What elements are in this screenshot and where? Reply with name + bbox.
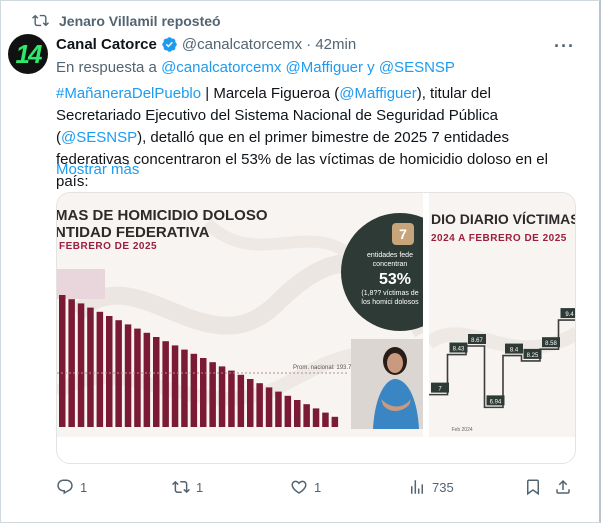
card2-title: DIO DIARIO VÍCTIMAS I	[431, 211, 576, 227]
tweet-timestamp[interactable]: · 42min	[306, 36, 356, 53]
bar	[59, 295, 66, 427]
views-chart-icon	[411, 480, 423, 494]
more-options-icon[interactable]: ···	[554, 36, 575, 57]
show-more-link[interactable]: Mostrar más	[56, 161, 139, 178]
bar	[106, 316, 113, 427]
heart-icon	[291, 480, 307, 494]
bar	[265, 387, 273, 427]
avatar-logo: 14	[15, 38, 43, 69]
card1-footer	[57, 437, 423, 463]
action-bar: 1 1 1 735	[56, 478, 576, 502]
repost-label[interactable]: Jenaro Villamil reposteó	[59, 13, 221, 29]
bar	[181, 349, 188, 427]
bar	[322, 412, 329, 427]
speaker-figure	[351, 339, 423, 429]
like-count: 1	[314, 479, 322, 495]
repost-icon	[32, 14, 49, 27]
bar	[115, 320, 122, 427]
bar	[228, 370, 235, 427]
bar	[124, 324, 132, 427]
card2-footer	[429, 437, 575, 463]
national-average-label: Prom. nacional: 193.7	[293, 365, 352, 371]
bar	[218, 366, 226, 427]
bookmark-button[interactable]	[524, 478, 542, 496]
hashtag-link[interactable]: #MañaneraDelPueblo	[56, 85, 201, 102]
views-button[interactable]: 735	[408, 478, 454, 496]
tweet-header: Canal Catorce @canalcatorcemx · 42min	[56, 36, 356, 53]
bar	[68, 299, 75, 427]
bar	[237, 374, 245, 427]
mention-link-maffiguer[interactable]: @Maffiguer	[339, 85, 416, 102]
like-button[interactable]: 1	[290, 478, 321, 496]
bar	[153, 337, 160, 427]
bar	[247, 379, 254, 427]
share-icon	[556, 479, 570, 494]
views-count: 735	[432, 479, 454, 495]
bar	[96, 311, 104, 427]
value-label: 8.25	[527, 353, 539, 359]
repost-button[interactable]: 1	[172, 478, 203, 496]
card1-title-line2: NTIDAD FEDERATIVA	[57, 224, 210, 241]
bar	[171, 345, 179, 427]
repost-count: 1	[196, 479, 204, 495]
bar	[87, 307, 94, 427]
bar	[331, 416, 339, 427]
bar	[275, 391, 282, 427]
repost-header: Jenaro Villamil reposteó	[32, 12, 221, 29]
bar	[200, 358, 207, 427]
summary-badge: 7	[392, 223, 414, 245]
bar	[209, 362, 216, 427]
bar	[143, 332, 151, 427]
reply-button[interactable]: 1	[56, 478, 87, 496]
bookmark-icon	[527, 479, 539, 496]
tweet-text-part1: | Marcela Figueroa (	[201, 85, 340, 102]
value-label: 6.94	[490, 399, 502, 405]
bar	[284, 395, 292, 427]
media-image-2[interactable]: 78.438.676.948.48.258.589.4Feb 2024Dic 2…	[429, 193, 576, 463]
card2-subtitle: 2024 A FEBRERO DE 2025	[431, 233, 567, 244]
summary-text-2: (1,8?? víctimas de los homici dolosos	[361, 290, 419, 306]
verified-badge-icon[interactable]	[161, 36, 178, 53]
bar	[312, 408, 320, 427]
card1-title-line1: MAS DE HOMICIDIO DOLOSO	[57, 207, 268, 224]
x-tick-label: Feb 2024	[452, 427, 473, 433]
reply-mentions[interactable]: @canalcatorcemx @Maffiguer y @SESNSP	[161, 59, 455, 76]
value-label: 9.4	[565, 312, 574, 318]
value-label: 8.67	[471, 338, 483, 344]
retweet-icon	[172, 480, 190, 494]
value-label: 8.4	[510, 348, 519, 354]
author-name[interactable]: Canal Catorce	[56, 36, 157, 53]
bar	[303, 404, 310, 427]
value-label: 8.43	[453, 347, 465, 353]
bar	[256, 383, 263, 427]
reply-context: En respuesta a @canalcatorcemx @Maffigue…	[56, 59, 455, 76]
reply-icon	[57, 479, 73, 495]
share-button[interactable]	[554, 478, 572, 496]
bar	[77, 303, 85, 427]
value-label: 8.58	[545, 341, 557, 347]
reply-prefix: En respuesta a	[56, 59, 162, 76]
summary-text-1: entidades fede concentran	[367, 252, 413, 268]
bar	[294, 400, 301, 427]
avatar[interactable]: 14	[8, 34, 48, 74]
speaker-photo	[351, 339, 423, 429]
bar	[190, 353, 198, 427]
author-handle[interactable]: @canalcatorcemx	[182, 36, 302, 53]
media-carousel[interactable]: MAS DE HOMICIDIO DOLOSO NTIDAD FEDERATIVA…	[56, 192, 576, 464]
bar	[162, 341, 169, 427]
mention-link-sesnsp[interactable]: @SESNSP	[61, 129, 137, 146]
reply-count: 1	[80, 479, 88, 495]
card1-subtitle: FEBRERO DE 2025	[59, 241, 158, 252]
card1-title: MAS DE HOMICIDIO DOLOSO NTIDAD FEDERATIVA	[57, 207, 268, 241]
summary-percentage: 53%	[379, 271, 412, 288]
bar	[134, 328, 141, 427]
media-image-1[interactable]: MAS DE HOMICIDIO DOLOSO NTIDAD FEDERATIVA…	[57, 193, 423, 463]
